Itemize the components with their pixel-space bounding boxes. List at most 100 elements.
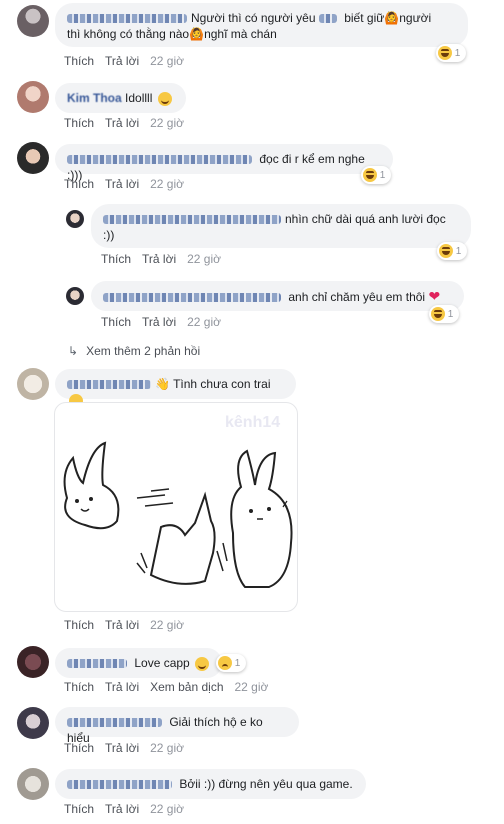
timestamp[interactable]: 22 giờ [150, 741, 184, 755]
reaction-badge[interactable]: 1 [436, 44, 467, 62]
avatar[interactable] [17, 707, 49, 739]
avatar[interactable] [17, 81, 49, 113]
timestamp[interactable]: 22 giờ [150, 618, 184, 632]
rabbit-sticker-drawing: kênh14 [63, 414, 293, 588]
reply-link[interactable]: Trả lời [105, 741, 139, 755]
commenter-name[interactable] [67, 780, 172, 790]
comment-bubble: Người thì có người yêu biết giữ🙆người th… [55, 3, 468, 47]
like-link[interactable]: Thích [64, 680, 94, 694]
comment-text: Love capp [134, 656, 190, 670]
reply-actions: Thích Trả lời 22 giờ [101, 252, 232, 266]
reply-link[interactable]: Trả lời [105, 116, 139, 130]
comment-actions: Thích Trả lời 22 giờ [64, 177, 195, 191]
reply-link[interactable]: Trả lời [142, 315, 176, 329]
timestamp[interactable]: 22 giờ [150, 116, 184, 130]
woman-emoji-icon: 🙆 [189, 27, 205, 41]
heart-emoji-icon: ❤ [428, 288, 441, 304]
comment-actions: Thích Trả lời 22 giờ [64, 802, 195, 816]
smile-emoji-icon [157, 91, 172, 106]
like-link[interactable]: Thích [101, 315, 131, 329]
like-link[interactable]: Thích [64, 177, 94, 191]
see-more-label: Xem thêm 2 phản hồi [86, 344, 201, 358]
like-link[interactable]: Thích [64, 116, 94, 130]
reaction-badge[interactable]: 1 [437, 242, 468, 260]
reply-text: :)) [103, 228, 115, 242]
avatar[interactable] [17, 142, 49, 174]
reply-text: nhìn chữ dài quá anh lười đọc [285, 212, 446, 226]
comment-text: Tình chưa con trai [173, 377, 271, 391]
like-link[interactable]: Thích [64, 618, 94, 632]
timestamp[interactable]: 22 giờ [150, 177, 184, 191]
comment-bubble: 👋 Tình chưa con trai [55, 369, 296, 408]
reply-arrow-icon: ↳ [68, 344, 79, 358]
sad-reaction-icon [218, 656, 232, 670]
avatar[interactable] [66, 287, 84, 305]
commenter-name[interactable] [103, 215, 281, 225]
reply-link[interactable]: Trả lời [105, 618, 139, 632]
comment-bubble: đọc đi r kể em nghe :))) [55, 144, 393, 182]
comment-bubble: Bởii :)) đừng nên yêu qua game. [55, 769, 366, 799]
reply-link[interactable]: Trả lời [105, 54, 139, 68]
haha-reaction-icon [363, 168, 377, 182]
reaction-count: 1 [234, 657, 241, 669]
comment-bubble: Giải thích hộ e ko hiểu [55, 707, 299, 745]
reaction-badge[interactable]: 1 [361, 166, 392, 184]
like-link[interactable]: Thích [101, 252, 131, 266]
reply-link[interactable]: Trả lời [142, 252, 176, 266]
like-link[interactable]: Thích [64, 741, 94, 755]
commenter-name[interactable] [67, 14, 187, 24]
timestamp[interactable]: 22 giờ [187, 252, 221, 266]
avatar[interactable] [17, 768, 49, 800]
avatar[interactable] [17, 646, 49, 678]
timestamp[interactable]: 22 giờ [187, 315, 221, 329]
sticker-image[interactable]: kênh14 [54, 402, 298, 612]
reply-actions: Thích Trả lời 22 giờ [101, 315, 232, 329]
like-link[interactable]: Thích [64, 54, 94, 68]
comment-text: Bởii :)) đừng nên yêu qua game. [179, 777, 353, 791]
commenter-name[interactable] [67, 380, 151, 390]
reaction-count: 1 [455, 245, 462, 257]
wave-emoji-icon: 👋 [155, 377, 170, 391]
timestamp[interactable]: 22 giờ [150, 54, 184, 68]
watermark: kênh14 [225, 414, 280, 431]
avatar[interactable] [17, 5, 49, 37]
comment-bubble: Kim Thoa Idollll [55, 83, 186, 113]
comment-text: người [399, 11, 432, 25]
reaction-badge[interactable]: 1 [216, 654, 247, 672]
commenter-name[interactable] [67, 718, 162, 728]
commenter-name[interactable]: Kim Thoa [67, 91, 122, 105]
comment-actions: Thích Trả lời 22 giờ [64, 54, 195, 68]
reply-bubble: nhìn chữ dài quá anh lười đọc :)) [91, 204, 471, 248]
comment-actions: Thích Trả lời Xem bản dịch 22 giờ [64, 680, 279, 694]
haha-reaction-icon [431, 307, 445, 321]
commenter-name[interactable] [103, 293, 281, 303]
reaction-count: 1 [447, 308, 454, 320]
haha-reaction-icon [438, 46, 452, 60]
reaction-count: 1 [379, 169, 386, 181]
comment-actions: Thích Trả lời 22 giờ [64, 618, 195, 632]
reaction-badge[interactable]: 1 [429, 305, 460, 323]
avatar[interactable] [66, 210, 84, 228]
comment-bubble: Love capp [55, 648, 222, 678]
reply-link[interactable]: Trả lời [105, 680, 139, 694]
reply-link[interactable]: Trả lời [105, 802, 139, 816]
reply-link[interactable]: Trả lời [105, 177, 139, 191]
comment-text: nghĩ mà chán [204, 27, 277, 41]
comment-text: thì không có thằng nào [67, 27, 190, 41]
timestamp[interactable]: 22 giờ [150, 802, 184, 816]
comment-actions: Thích Trả lời 22 giờ [64, 116, 195, 130]
comment-text: Idollll [125, 91, 153, 105]
commenter-name[interactable] [67, 659, 127, 669]
reply-bubble: anh chỉ chăm yêu em thôi ❤ [91, 281, 464, 311]
smile-emoji-icon [195, 656, 210, 671]
avatar[interactable] [17, 368, 49, 400]
commenter-name[interactable] [67, 155, 252, 165]
blurred-text [318, 14, 337, 24]
like-link[interactable]: Thích [64, 802, 94, 816]
timestamp[interactable]: 22 giờ [235, 680, 269, 694]
comment-text: Người thì có người yêu [191, 11, 316, 25]
reaction-count: 1 [454, 47, 461, 59]
see-more-replies-link[interactable]: ↳ Xem thêm 2 phản hồi [68, 344, 200, 358]
reply-text: anh chỉ chăm yêu em thôi [288, 290, 426, 304]
see-translation-link[interactable]: Xem bản dịch [150, 680, 223, 694]
